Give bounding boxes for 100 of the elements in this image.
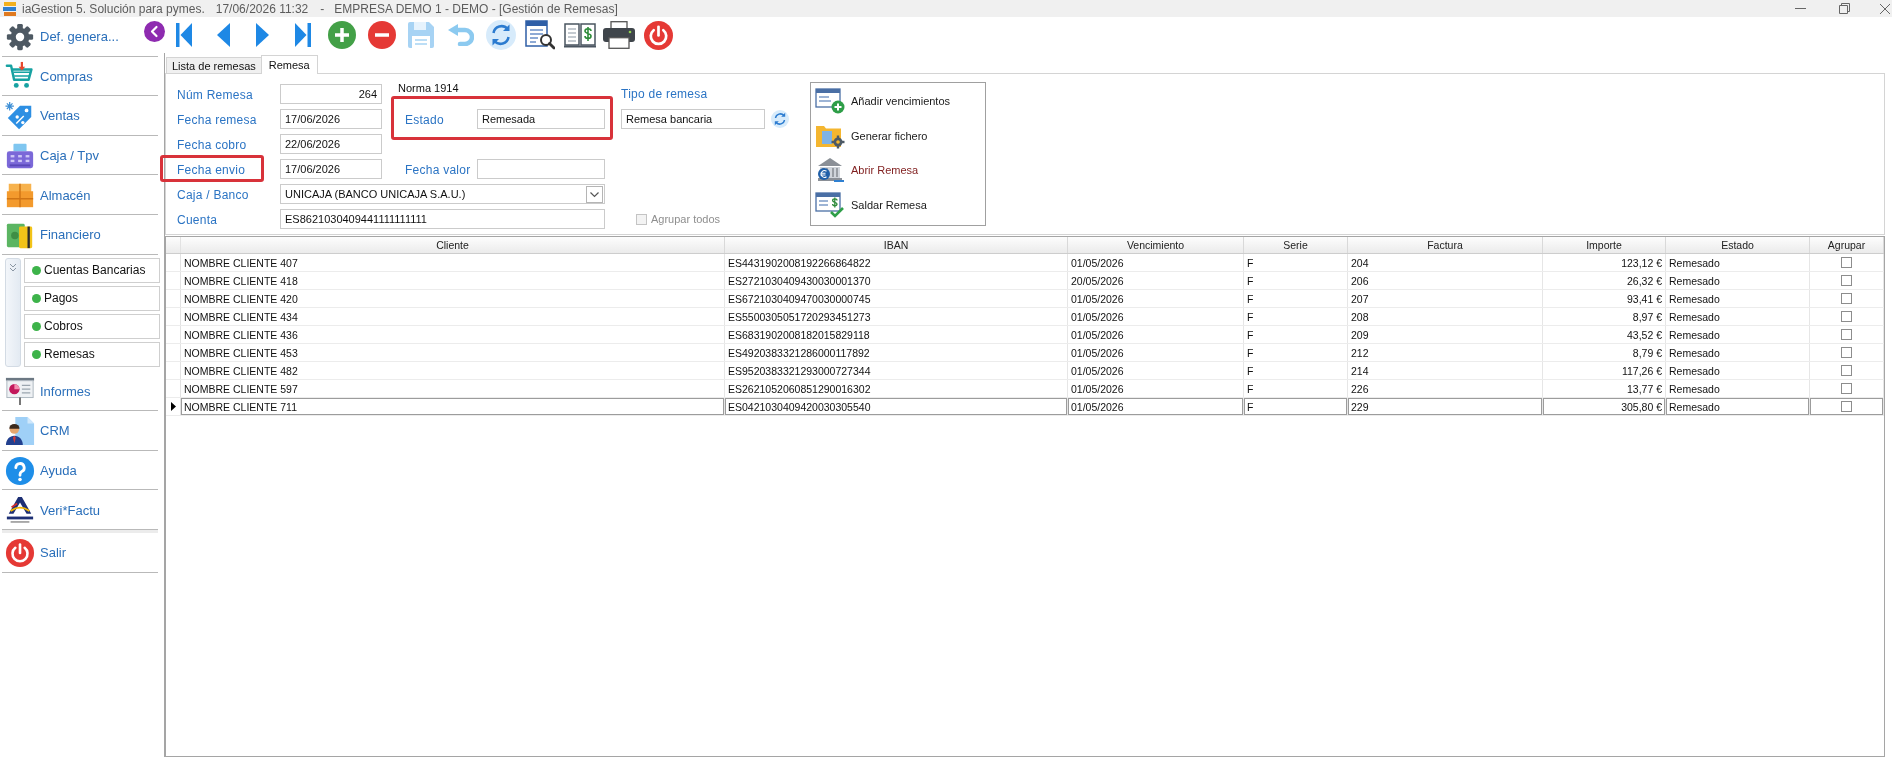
ledger-dollar-icon[interactable]	[563, 22, 596, 48]
power-icon[interactable]	[644, 20, 674, 50]
table-cell: ES4431902008192266864822	[725, 254, 1068, 271]
field-label: Fecha valor	[405, 163, 471, 177]
chevron-left-icon[interactable]	[144, 21, 165, 42]
books-icon	[3, 1, 17, 16]
text-field[interactable]: 22/06/2026	[280, 134, 382, 154]
table-cell: 208	[1348, 308, 1543, 325]
remove-icon[interactable]	[367, 21, 396, 49]
column-header[interactable]: IBAN	[725, 237, 1068, 253]
previous-icon[interactable]	[216, 23, 230, 47]
table-cell: F	[1244, 344, 1348, 361]
column-header[interactable]: Importe	[1543, 237, 1666, 253]
table-cell: ES6721030409470030000745	[725, 290, 1068, 307]
table-cell: F	[1244, 362, 1348, 379]
refresh-icon[interactable]	[485, 20, 516, 50]
text-field[interactable]: 17/06/2026	[280, 109, 382, 129]
dropdown-field[interactable]: UNICAJA (BANCO UNICAJA S.A.U.)	[280, 184, 605, 204]
action-item[interactable]: Abrir Remesa	[815, 153, 985, 188]
submenu-item[interactable]: Remesas	[24, 341, 160, 367]
table-cell: 01/05/2026	[1068, 380, 1244, 397]
field-label: Caja / Banco	[177, 188, 249, 202]
table-cell: ES6831902008182015829118	[725, 326, 1068, 343]
field-label: Fecha remesa	[177, 113, 257, 127]
status-dot-icon	[32, 349, 41, 359]
document-dollar-check-icon	[815, 191, 845, 218]
text-field[interactable]	[477, 159, 605, 179]
checkbox[interactable]	[1841, 293, 1852, 304]
text-field[interactable]: ES8621030409441111111111	[280, 209, 605, 229]
checkbox[interactable]	[1841, 329, 1852, 340]
table-cell: F	[1244, 290, 1348, 307]
table-cell: ES2621052060851290016302	[725, 380, 1068, 397]
table-cell: Remesado	[1666, 254, 1810, 271]
table-cell: Remesado	[1666, 380, 1810, 397]
checkbox[interactable]	[1841, 383, 1852, 394]
table-cell: F	[1244, 398, 1348, 415]
undo-icon[interactable]	[447, 24, 474, 46]
field-label: Estado	[405, 113, 444, 127]
tab[interactable]: Remesa	[260, 55, 318, 74]
table-cell: 01/05/2026	[1068, 344, 1244, 361]
table-cell: 206	[1348, 272, 1543, 289]
skip-to-start-icon[interactable]	[175, 23, 192, 47]
text-field[interactable]: Remesada	[477, 109, 605, 129]
field-label: Tipo de remesa	[621, 87, 709, 101]
table-cell: 229	[1348, 398, 1543, 415]
document-search-icon[interactable]	[525, 20, 556, 50]
date-time: 17/06/2026 11:32	[215, 1, 309, 16]
table-cell: F	[1244, 308, 1348, 325]
checkbox[interactable]	[1841, 365, 1852, 376]
table-cell: 43,52 €	[1543, 326, 1666, 343]
text-field[interactable]: 264	[280, 84, 382, 104]
next-icon[interactable]	[256, 23, 270, 47]
norm-label: Norma 1914	[398, 82, 460, 94]
table-cell: ES4920383321286000117892	[725, 344, 1068, 361]
table-cell: Remesado	[1666, 362, 1810, 379]
table-cell: ES9520383321293000727344	[725, 362, 1068, 379]
checkbox[interactable]	[1841, 257, 1852, 268]
column-header[interactable]: Cliente	[181, 237, 725, 253]
column-header[interactable]: Vencimiento	[1068, 237, 1244, 253]
checkbox[interactable]	[1841, 401, 1852, 412]
table-cell: F	[1244, 326, 1348, 343]
action-item[interactable]: Añadir vencimientos	[815, 84, 985, 119]
tab[interactable]: Lista de remesas	[166, 57, 262, 73]
column-header[interactable]: Estado	[1666, 237, 1810, 253]
checkbox-label: Agrupar todos	[651, 213, 721, 225]
table-cell: 305,80 €	[1543, 398, 1666, 415]
submenu-item[interactable]: Pagos	[24, 285, 160, 311]
action-item[interactable]: Generar fichero	[815, 118, 985, 153]
table-cell: 01/05/2026	[1068, 362, 1244, 379]
field-label: Fecha cobro	[177, 138, 247, 152]
field-label: Núm Remesa	[177, 88, 253, 102]
restore-icon[interactable]	[1839, 3, 1850, 14]
add-icon[interactable]	[328, 21, 357, 49]
status-dot-icon	[32, 321, 41, 331]
column-header[interactable]: Agrupar	[1810, 237, 1884, 253]
table-cell: F	[1244, 272, 1348, 289]
table-cell: 01/05/2026	[1068, 308, 1244, 325]
text-field[interactable]: Remesa bancaria	[621, 109, 765, 129]
table-cell: NOMBRE CLIENTE 420	[181, 290, 725, 307]
field-label: Cuenta	[177, 213, 218, 227]
action-item[interactable]: Saldar Remesa	[815, 187, 985, 222]
submenu-item[interactable]: Cuentas Bancarias	[24, 257, 160, 283]
table-cell: 20/05/2026	[1068, 272, 1244, 289]
table-cell: NOMBRE CLIENTE 436	[181, 326, 725, 343]
column-header[interactable]: Factura	[1348, 237, 1543, 253]
checkbox[interactable]	[1841, 275, 1852, 286]
close-icon[interactable]	[1880, 3, 1890, 14]
refresh-icon[interactable]	[771, 110, 789, 128]
text-field[interactable]: 17/06/2026	[280, 159, 382, 179]
table-cell: 212	[1348, 344, 1543, 361]
table-cell: 26,32 €	[1543, 272, 1666, 289]
column-header[interactable]: Serie	[1244, 237, 1348, 253]
checkbox[interactable]	[1841, 311, 1852, 322]
document-add-icon	[815, 88, 845, 115]
row-pointer-icon	[170, 402, 176, 411]
chevron-down-icon	[586, 185, 603, 203]
printer-icon[interactable]	[603, 21, 636, 49]
checkbox[interactable]	[1841, 347, 1852, 358]
skip-to-end-icon[interactable]	[294, 23, 311, 47]
submenu-item[interactable]: Cobros	[24, 313, 160, 339]
